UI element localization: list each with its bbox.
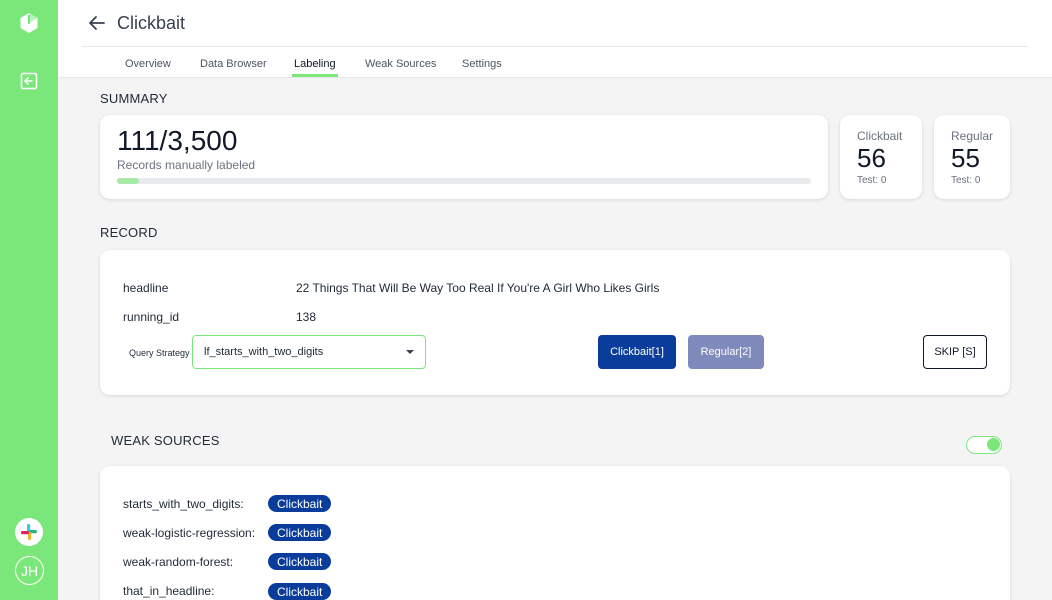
tab-weak-sources[interactable]: Weak Sources [365, 58, 436, 70]
header-divider [82, 46, 1028, 47]
weak-source-name: starts_with_two_digits: [123, 497, 244, 511]
labeling-progress-bar [117, 178, 811, 184]
field-key-headline: headline [123, 281, 169, 295]
labeled-caption: Records manually labeled [117, 158, 256, 172]
tab-data-browser[interactable]: Data Browser [200, 58, 267, 70]
slack-icon[interactable] [15, 518, 43, 546]
clickbait-label-button[interactable]: Clickbait[1] [598, 335, 676, 369]
weak-source-name: that_in_headline: [123, 584, 215, 598]
summary-heading: SUMMARY [100, 91, 168, 106]
stat-value: 56 [857, 143, 886, 173]
tab-settings[interactable]: Settings [462, 58, 502, 70]
skip-button[interactable]: SKIP [S] [923, 335, 987, 369]
stat-card-clickbait: Clickbait 56 Test: 0 [840, 115, 922, 199]
query-strategy-select[interactable]: lf_starts_with_two_digits [192, 335, 426, 369]
weak-source-name: weak-random-forest: [123, 555, 234, 569]
sidebar: JH [0, 0, 58, 600]
regular-label-button[interactable]: Regular[2] [688, 335, 764, 369]
tab-labeling[interactable]: Labeling [292, 58, 338, 77]
stat-test-count: Test: 0 [951, 175, 981, 186]
stat-test-count: Test: 0 [857, 175, 887, 186]
labeled-count: 111/3,500 [117, 125, 238, 156]
weak-sources-toggle[interactable] [966, 436, 1002, 454]
caret-down-icon [406, 350, 414, 354]
query-strategy-value: lf_starts_with_two_digits [204, 346, 324, 358]
weak-source-label-badge: Clickbait [268, 524, 332, 541]
query-strategy-label: Query Strategy [129, 348, 190, 358]
stat-label: Clickbait [857, 129, 903, 143]
summary-card: 111/3,500 Records manually labeled [100, 115, 828, 199]
page-title: Clickbait [117, 13, 186, 33]
weak-source-name: weak-logistic-regression: [123, 526, 256, 540]
field-key-running-id: running_id [123, 310, 180, 324]
stat-card-regular: Regular 55 Test: 0 [934, 115, 1010, 199]
app-logo-icon[interactable] [19, 12, 39, 34]
weak-source-label-badge: Clickbait [268, 553, 332, 570]
weak-source-label-badge: Clickbait [268, 583, 332, 600]
labeling-nav-icon[interactable] [20, 72, 38, 90]
weak-sources-heading: WEAK SOURCES [111, 433, 220, 448]
record-heading: RECORD [100, 225, 158, 240]
stat-label: Regular [951, 129, 994, 143]
toggle-knob [987, 438, 1000, 451]
stat-value: 55 [951, 143, 980, 173]
weak-sources-card: starts_with_two_digits: Clickbait weak-l… [100, 466, 1010, 600]
field-value-running-id: 138 [296, 310, 317, 324]
back-arrow-icon[interactable] [86, 12, 108, 34]
field-value-headline: 22 Things That Will Be Way Too Real If Y… [296, 281, 660, 295]
avatar[interactable]: JH [15, 556, 44, 585]
labeling-progress-fill [117, 178, 139, 184]
tab-overview[interactable]: Overview [125, 58, 171, 70]
weak-source-label-badge: Clickbait [268, 495, 332, 512]
header: Clickbait Overview Data Browser Labeling… [58, 0, 1052, 78]
record-card: headline 22 Things That Will Be Way Too … [100, 250, 1010, 395]
